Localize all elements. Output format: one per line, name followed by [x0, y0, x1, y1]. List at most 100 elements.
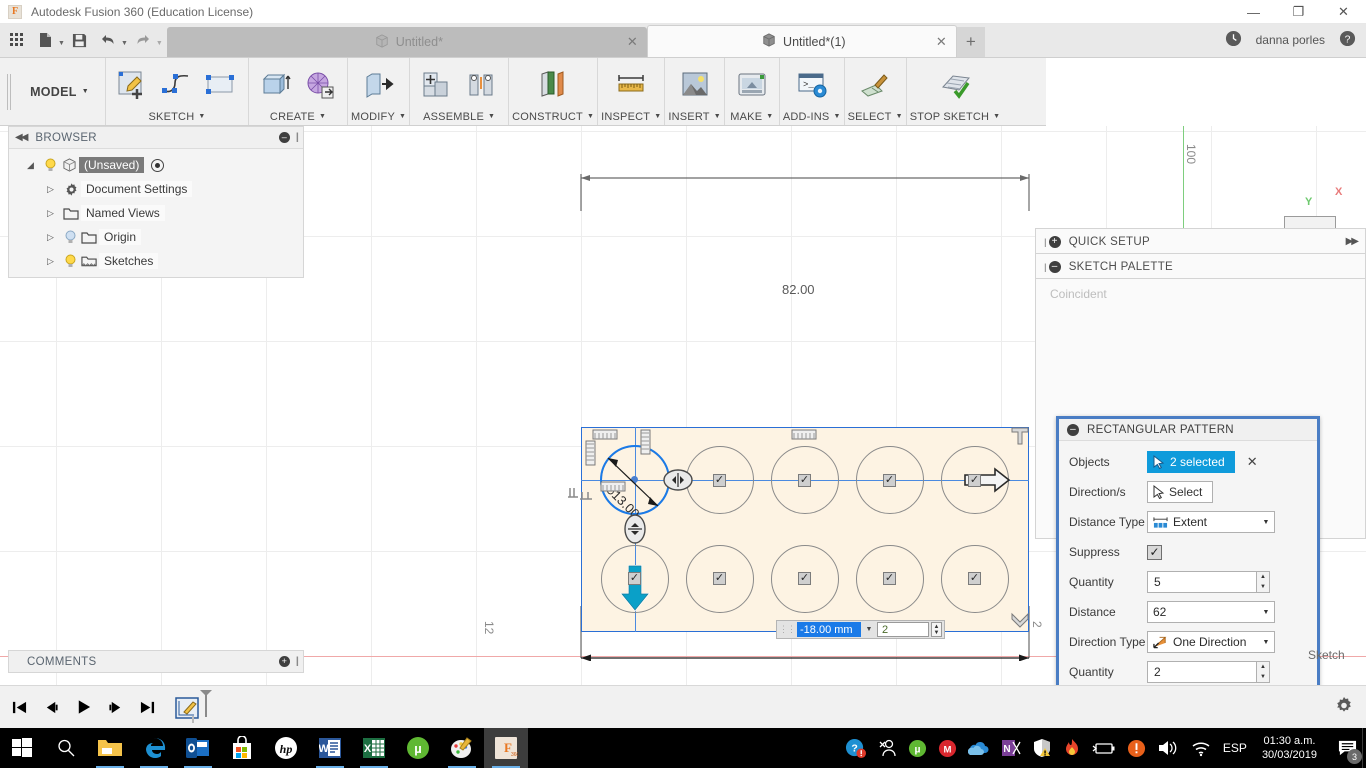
minus-circle-icon[interactable]: – [1067, 423, 1079, 436]
hole-checkbox[interactable]: ✓ [713, 474, 726, 487]
minus-circle-icon[interactable]: – [1048, 260, 1061, 273]
quick-setup-header[interactable]: || + QUICK SETUP ▶▶ [1036, 229, 1365, 254]
edge-icon[interactable] [132, 728, 176, 768]
onenote-icon[interactable]: N [1001, 738, 1021, 758]
create-sketch-icon[interactable] [113, 65, 153, 105]
objects-select-button[interactable]: 2 selected [1147, 451, 1235, 473]
panel-grip-icon[interactable]: || [296, 656, 300, 667]
add-comment-icon[interactable]: + [278, 656, 290, 667]
collapse-left-icon[interactable]: ◀◀ [15, 132, 28, 143]
close-button[interactable]: ✕ [1321, 0, 1366, 24]
quick-setup-panel[interactable]: || + QUICK SETUP ▶▶ [1035, 228, 1366, 254]
outlook-icon[interactable] [176, 728, 220, 768]
word-icon[interactable]: W [308, 728, 352, 768]
hole-checkbox[interactable]: ✓ [628, 572, 641, 585]
minimize-icon[interactable]: – [278, 132, 290, 143]
chevron-down-icon[interactable]: ▼ [1258, 639, 1274, 646]
inline-distance-dropdown-icon[interactable]: ▼ [863, 626, 875, 633]
flame-icon[interactable] [1063, 738, 1081, 758]
hole-checkbox[interactable]: ✓ [713, 572, 726, 585]
spline-icon[interactable] [157, 65, 197, 105]
ribbon-group-label-select[interactable]: SELECT ▼ [848, 108, 903, 125]
insert-image-icon[interactable] [675, 65, 715, 105]
resize-handle-tr[interactable] [1008, 424, 1032, 448]
tab-close-icon[interactable]: ✕ [936, 34, 947, 50]
chevron-down-icon[interactable]: ▼ [1258, 609, 1274, 616]
inline-quantity-spinner[interactable]: ▲ ▼ [931, 622, 942, 637]
ribbon-group-label-sketch[interactable]: SKETCH ▼ [109, 108, 245, 125]
expand-triangle-icon[interactable]: ▷ [47, 208, 61, 219]
workspace-selector[interactable]: MODEL ▼ [14, 58, 106, 125]
new-component-icon[interactable] [417, 65, 457, 105]
rectangle-icon[interactable] [201, 65, 241, 105]
fusion360-icon[interactable]: F 360 [484, 728, 528, 768]
step-back-icon[interactable] [40, 696, 62, 718]
tree-item-unsaved[interactable]: ◢ (Unsaved) [9, 153, 303, 177]
expand-right-icon[interactable]: ▶▶ [1346, 236, 1359, 247]
quantity-2-input[interactable]: 2 [1147, 661, 1257, 683]
help-icon[interactable]: ? [1339, 30, 1356, 50]
ribbon-group-label-inspect[interactable]: INSPECT ▼ [601, 108, 661, 125]
distance-type-combo[interactable]: Extent ▼ [1147, 511, 1275, 533]
select-icon[interactable] [855, 65, 895, 105]
save-icon[interactable] [67, 27, 93, 53]
skip-start-icon[interactable] [8, 696, 30, 718]
3d-print-icon[interactable] [732, 65, 772, 105]
panel-grip-icon[interactable]: || [296, 132, 300, 143]
minimize-button[interactable]: — [1231, 0, 1276, 24]
new-file-icon[interactable] [32, 27, 58, 53]
hole-checkbox[interactable]: ✓ [798, 474, 811, 487]
measure-icon[interactable] [611, 65, 651, 105]
clock-icon[interactable] [1225, 30, 1242, 50]
tree-item-origin[interactable]: ▷ Origin [9, 225, 303, 249]
extrude-icon[interactable] [256, 65, 296, 105]
windows-start-icon[interactable] [0, 728, 44, 768]
dialog-header[interactable]: – RECTANGULAR PATTERN [1059, 419, 1317, 441]
suppress-checkbox[interactable]: ✓ [1147, 544, 1162, 560]
hole-checkbox[interactable]: ✓ [968, 572, 981, 585]
ribbon-group-label-stop-sketch[interactable]: STOP SKETCH ▼ [910, 108, 1001, 125]
hole-checkbox[interactable]: ✓ [968, 474, 981, 487]
paint-3d-icon[interactable] [440, 728, 484, 768]
alert-icon[interactable] [1127, 739, 1146, 758]
ribbon-group-label-construct[interactable]: CONSTRUCT ▼ [512, 108, 594, 125]
quantity-1-spinner[interactable]: ▲ ▼ [1257, 571, 1270, 593]
scripts-addins-icon[interactable]: >_ [792, 65, 832, 105]
user-name[interactable]: danna porles [1256, 33, 1325, 47]
tree-item-named-views[interactable]: ▷ Named Views [9, 201, 303, 225]
ribbon-group-label-make[interactable]: MAKE ▼ [728, 108, 776, 125]
hole-checkbox[interactable]: ✓ [883, 474, 896, 487]
new-file-caret-icon[interactable]: ▼ [58, 40, 65, 47]
sketch-palette-header[interactable]: || – SKETCH PALETTE [1036, 254, 1365, 279]
clear-selection-icon[interactable]: ✕ [1247, 454, 1258, 470]
tree-item-document-settings[interactable]: ▷ Document Settings [9, 177, 303, 201]
utorrent-tray-icon[interactable]: µ [908, 739, 927, 758]
people-icon[interactable] [877, 738, 897, 758]
constraint-icon[interactable] [640, 429, 652, 455]
undo-icon[interactable] [95, 27, 121, 53]
hole-checkbox[interactable]: ✓ [883, 572, 896, 585]
wifi-icon[interactable] [1190, 739, 1212, 757]
timeline-feature-node[interactable] [174, 688, 216, 727]
directions-select-button[interactable]: Select [1147, 481, 1214, 503]
ribbon-group-label-modify[interactable]: MODIFY ▼ [351, 108, 406, 125]
joint-icon[interactable] [461, 65, 501, 105]
maximize-button[interactable]: ❐ [1276, 0, 1321, 24]
document-tab-untitled-1[interactable]: Untitled*(1) ✕ [646, 25, 957, 57]
show-desktop-button[interactable] [1362, 728, 1366, 768]
language-indicator[interactable]: ESP [1223, 741, 1247, 755]
light-bulb-icon[interactable] [41, 158, 59, 172]
inline-quantity-input[interactable]: 2 [877, 622, 929, 637]
expand-triangle-icon[interactable]: ◢ [27, 160, 41, 171]
expand-triangle-icon[interactable]: ▷ [47, 184, 61, 195]
vertical-direction-handle[interactable] [624, 514, 646, 544]
onedrive-icon[interactable] [967, 739, 990, 757]
distance-1-combo[interactable]: 62 ▼ [1147, 601, 1275, 623]
play-icon[interactable] [72, 696, 94, 718]
redo-caret-icon[interactable]: ▼ [156, 40, 163, 47]
ribbon-group-label-insert[interactable]: INSERT ▼ [668, 108, 720, 125]
ribbon-group-label-create[interactable]: CREATE ▼ [252, 108, 344, 125]
panel-grip-icon[interactable]: || [1044, 262, 1046, 272]
notification-center-icon[interactable]: 3 [1328, 728, 1366, 768]
quantity-1-input[interactable]: 5 [1147, 571, 1257, 593]
